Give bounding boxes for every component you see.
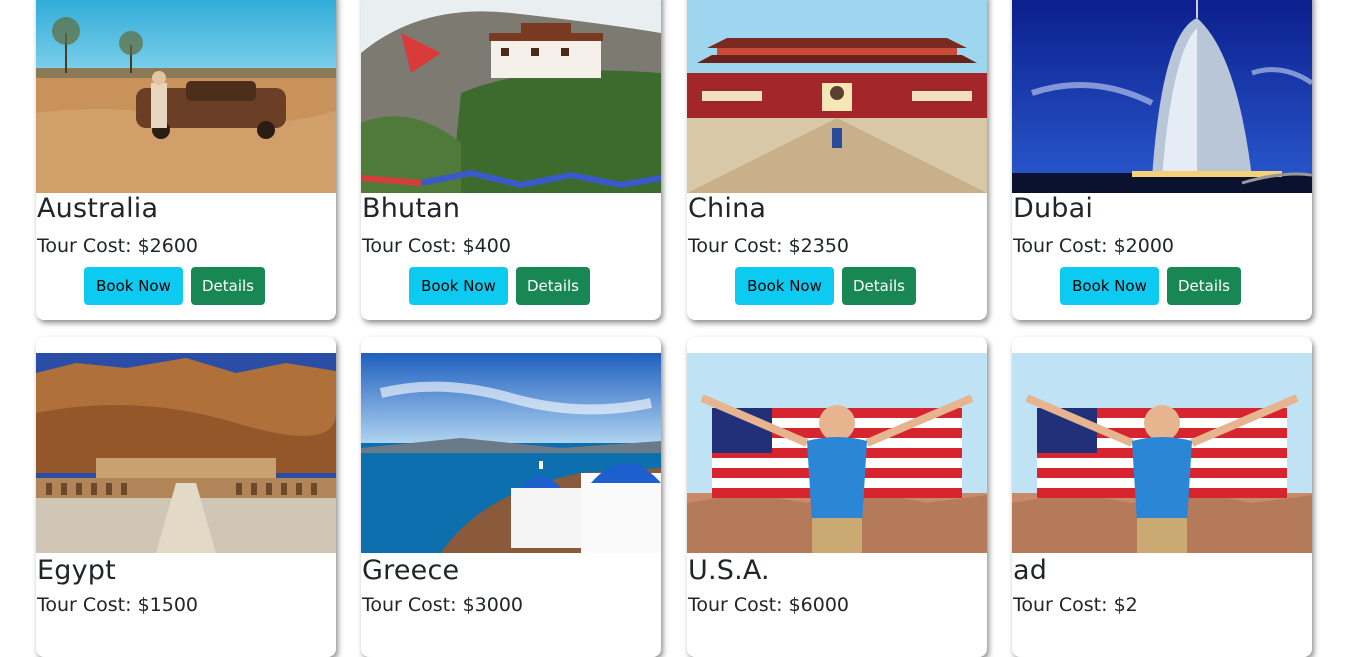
details-button[interactable]: Details	[1167, 267, 1241, 305]
details-button[interactable]: Details	[516, 267, 590, 305]
tour-card-ad: ad Tour Cost: $2	[1012, 337, 1312, 657]
book-now-button[interactable]: Book Now	[84, 267, 183, 305]
tour-card-usa: U.S.A. Tour Cost: $6000	[687, 337, 987, 657]
tour-cost: Tour Cost: $2000	[1013, 235, 1175, 257]
book-now-button[interactable]: Book Now	[1060, 267, 1159, 305]
tour-card-china: China Tour Cost: $2350 Book Now Details	[687, 0, 987, 320]
tour-image-greece	[361, 353, 661, 553]
tour-cost: Tour Cost: $2600	[37, 235, 199, 257]
tour-cost: Tour Cost: $2	[1013, 594, 1138, 616]
book-now-button[interactable]: Book Now	[409, 267, 508, 305]
book-now-button[interactable]: Book Now	[735, 267, 834, 305]
tour-title: Greece	[362, 555, 460, 586]
tour-title: Dubai	[1013, 193, 1094, 224]
tour-card-australia: Australia Tour Cost: $2600 Book Now Deta…	[36, 0, 336, 320]
tour-card-greece: Greece Tour Cost: $3000	[361, 337, 661, 657]
tour-image-ad	[1012, 353, 1312, 553]
tour-cost: Tour Cost: $2350	[688, 235, 850, 257]
tour-image-australia	[36, 0, 336, 193]
details-button[interactable]: Details	[191, 267, 265, 305]
tour-image-egypt	[36, 353, 336, 553]
tour-title: U.S.A.	[688, 555, 770, 586]
tour-card-bhutan: Bhutan Tour Cost: $400 Book Now Details	[361, 0, 661, 320]
tour-cost: Tour Cost: $400	[362, 235, 511, 257]
tour-card-egypt: Egypt Tour Cost: $1500	[36, 337, 336, 657]
tour-title: China	[688, 193, 767, 224]
tour-title: ad	[1013, 555, 1048, 586]
tour-title: Bhutan	[362, 193, 461, 224]
tour-title: Egypt	[37, 555, 116, 586]
tour-cost: Tour Cost: $6000	[688, 594, 850, 616]
tour-card-dubai: Dubai Tour Cost: $2000 Book Now Details	[1012, 0, 1312, 320]
tour-title: Australia	[37, 193, 159, 224]
tour-cost: Tour Cost: $1500	[37, 594, 199, 616]
tour-image-bhutan	[361, 0, 661, 193]
tour-image-china	[687, 0, 987, 193]
tour-image-usa	[687, 353, 987, 553]
tour-cost: Tour Cost: $3000	[362, 594, 524, 616]
details-button[interactable]: Details	[842, 267, 916, 305]
tour-image-dubai	[1012, 0, 1312, 193]
